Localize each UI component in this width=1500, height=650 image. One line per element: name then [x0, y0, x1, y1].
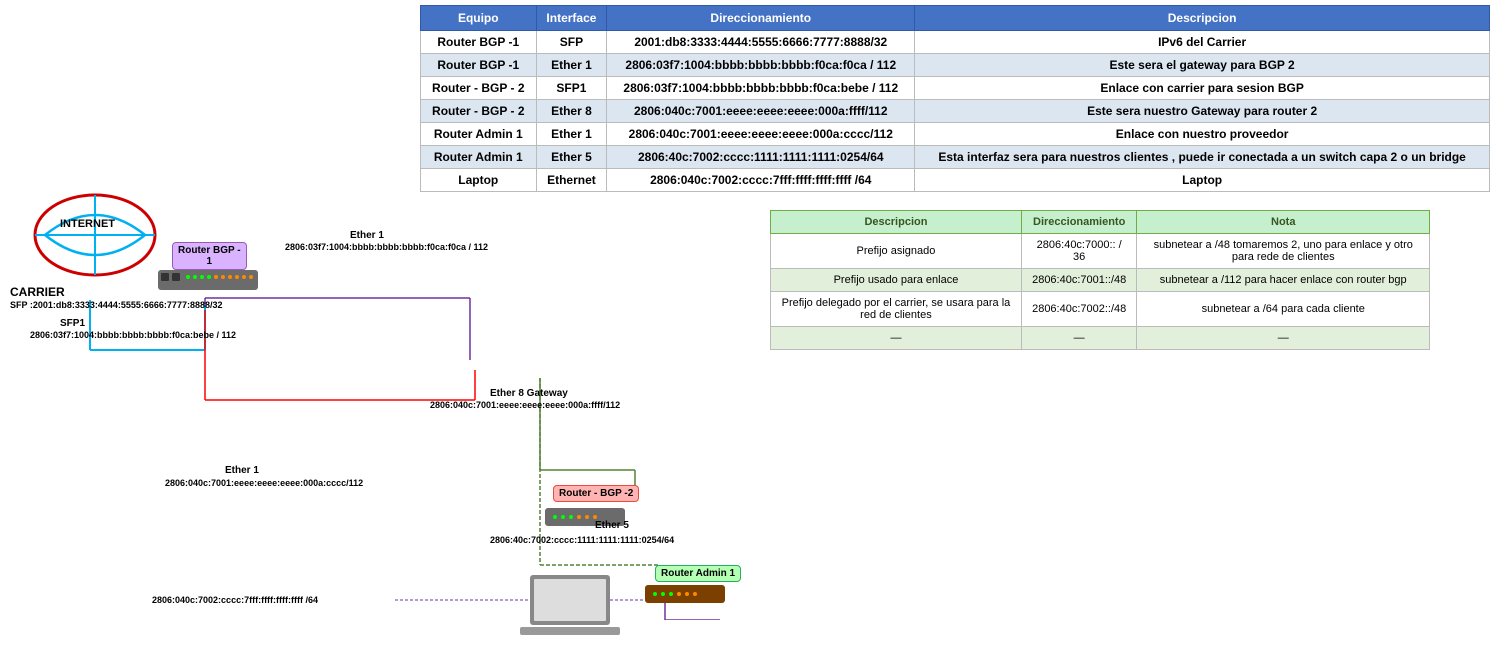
main-cell-descripcion: Laptop	[915, 169, 1490, 192]
col2-direccionamiento: Direccionamiento	[1021, 211, 1137, 234]
router-bgp2-label: Router - BGP -2	[553, 485, 639, 502]
laptop-device	[520, 570, 620, 650]
second-cell-direccionamiento: —	[1021, 327, 1137, 350]
main-cell-interface: Ether 1	[536, 54, 607, 77]
col2-nota: Nota	[1137, 211, 1430, 234]
carrier-addr: SFP :2001:db8:3333:4444:5555:6666:7777:8…	[10, 300, 222, 310]
laptop-addr: 2806:040c:7002:cccc:7fff:ffff:ffff:ffff …	[152, 595, 318, 605]
col-descripcion: Descripcion	[915, 6, 1490, 31]
main-cell-equipo: Router BGP -1	[421, 54, 537, 77]
col-equipo: Equipo	[421, 6, 537, 31]
col-direccionamiento: Direccionamiento	[607, 6, 915, 31]
second-cell-direccionamiento: 2806:40c:7002::/48	[1021, 292, 1137, 327]
main-cell-interface: SFP	[536, 31, 607, 54]
main-cell-descripcion: Esta interfaz sera para nuestros cliente…	[915, 146, 1490, 169]
network-diagram: INTERNET CARRIER SFP :2001:db8:3333:4444…	[0, 130, 780, 620]
internet-label: INTERNET	[60, 218, 115, 230]
ether1-bgp1-addr: 2806:03f7:1004:bbbb:bbbb:bbbb:f0ca:f0ca …	[285, 242, 488, 252]
second-cell-descripcion: —	[771, 327, 1022, 350]
main-cell-descripcion: Enlace con carrier para sesion BGP	[915, 77, 1490, 100]
ether8-label: Ether 8 Gateway	[490, 388, 568, 399]
main-cell-descripcion: Este sera nuestro Gateway para router 2	[915, 100, 1490, 123]
main-cell-direccionamiento: 2806:040c:7001:eeee:eeee:eeee:000a:ffff/…	[607, 100, 915, 123]
main-cell-interface: Ether 8	[536, 100, 607, 123]
router-admin1-label: Router Admin 1	[655, 565, 741, 582]
second-cell-nota: subnetear a /64 para cada cliente	[1137, 292, 1430, 327]
sfp1-label: SFP1	[60, 318, 85, 329]
ether5-label: Ether 5	[595, 520, 629, 531]
second-table: Descripcion Direccionamiento Nota Prefij…	[770, 210, 1430, 350]
main-cell-equipo: Router - BGP - 2	[421, 77, 537, 100]
main-cell-direccionamiento: 2806:03f7:1004:bbbb:bbbb:bbbb:f0ca:bebe …	[607, 77, 915, 100]
ether5-addr: 2806:40c:7002:cccc:1111:1111:1111:0254/6…	[490, 535, 674, 545]
second-cell-nota: subnetear a /48 tomaremos 2, uno para en…	[1137, 234, 1430, 269]
main-cell-interface: SFP1	[536, 77, 607, 100]
second-cell-descripcion: Prefijo usado para enlace	[771, 269, 1022, 292]
main-cell-descripcion: Enlace con nuestro proveedor	[915, 123, 1490, 146]
router-bgp1-device	[158, 265, 258, 300]
second-cell-direccionamiento: 2806:40c:7001::/48	[1021, 269, 1137, 292]
main-cell-descripcion: Este sera el gateway para BGP 2	[915, 54, 1490, 77]
second-cell-direccionamiento: 2806:40c:7000:: / 36	[1021, 234, 1137, 269]
main-cell-descripcion: IPv6 del Carrier	[915, 31, 1490, 54]
internet-cloud: INTERNET	[30, 190, 160, 285]
second-cell-nota: subnetear a /112 para hacer enlace con r…	[1137, 269, 1430, 292]
col-interface: Interface	[536, 6, 607, 31]
ether8-addr: 2806:040c:7001:eeee:eeee:eeee:000a:ffff/…	[430, 400, 620, 410]
main-cell-direccionamiento: 2806:03f7:1004:bbbb:bbbb:bbbb:f0ca:f0ca …	[607, 54, 915, 77]
main-cell-equipo: Router BGP -1	[421, 31, 537, 54]
ether1-admin1-addr: 2806:040c:7001:eeee:eeee:eeee:000a:cccc/…	[165, 478, 363, 488]
sfp1-addr: 2806:03f7:1004:bbbb:bbbb:bbbb:f0ca:bebe …	[30, 330, 236, 340]
ether1-bgp1-label: Ether 1	[350, 230, 384, 241]
main-cell-equipo: Router - BGP - 2	[421, 100, 537, 123]
router-admin1-device	[645, 582, 725, 612]
carrier-label: CARRIER	[10, 285, 65, 299]
second-cell-nota: —	[1137, 327, 1430, 350]
second-cell-descripcion: Prefijo asignado	[771, 234, 1022, 269]
main-cell-direccionamiento: 2001:db8:3333:4444:5555:6666:7777:8888/3…	[607, 31, 915, 54]
second-cell-descripcion: Prefijo delegado por el carrier, se usar…	[771, 292, 1022, 327]
ether1-admin1-label: Ether 1	[225, 465, 259, 476]
col2-descripcion: Descripcion	[771, 211, 1022, 234]
